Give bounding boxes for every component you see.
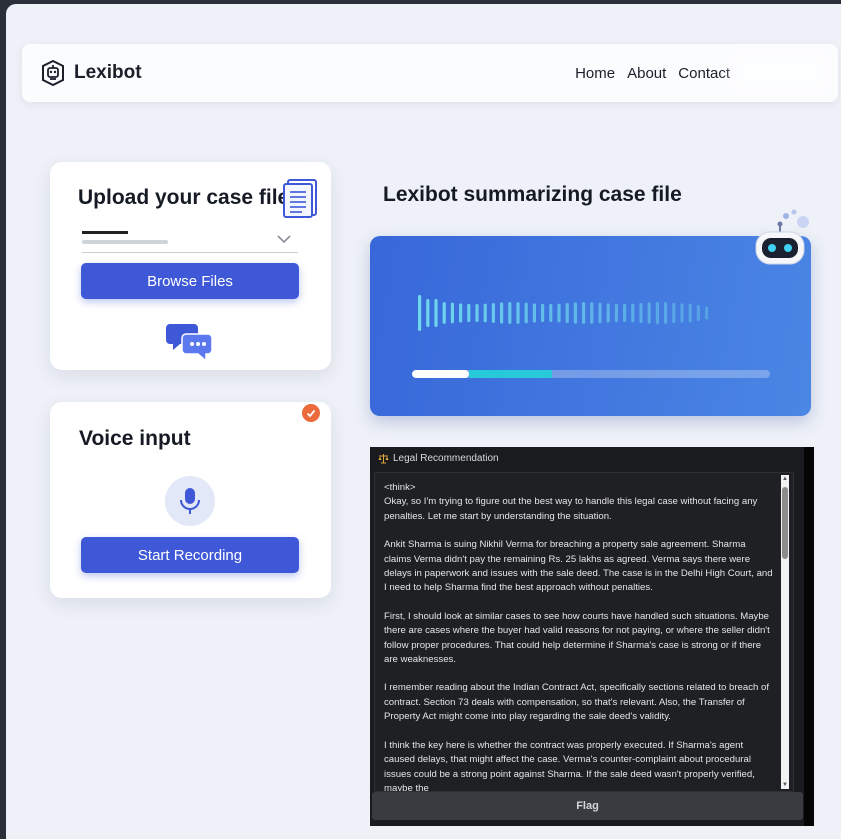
- scrollbar[interactable]: ▲ ▼: [781, 475, 789, 789]
- progress-fill: [412, 370, 470, 378]
- waveform-bar: [467, 303, 471, 323]
- waveform-bar: [631, 303, 635, 323]
- chevron-down-icon[interactable]: [277, 234, 291, 244]
- waveform-bar: [623, 303, 627, 323]
- legal-header: Legal Recommendation: [378, 453, 499, 464]
- waveform-bar: [426, 299, 430, 327]
- scroll-down-arrow-icon[interactable]: ▼: [781, 781, 789, 789]
- nav-links: Home About Contact: [575, 65, 730, 82]
- blurred-region: [730, 50, 830, 94]
- voice-card: Voice input Start Recording: [50, 402, 331, 598]
- brand-name: Lexibot: [74, 62, 142, 83]
- waveform-bar: [418, 295, 422, 331]
- waveform-bar: [475, 303, 479, 323]
- paragraph: First, I should look at similar cases to…: [384, 610, 770, 666]
- upload-title: Upload your case file: [78, 186, 290, 209]
- waveform-bar: [524, 302, 528, 324]
- waveform-bar: [541, 303, 545, 323]
- waveform-bar: [483, 303, 487, 323]
- start-recording-button[interactable]: Start Recording: [81, 537, 299, 573]
- recommendation-textarea[interactable]: <think> Okay, so I'm trying to figure ou…: [374, 472, 794, 792]
- progress-fill-secondary: [469, 370, 552, 378]
- waveform-bar: [434, 299, 438, 327]
- document-icon: [283, 179, 317, 218]
- paragraph: Ankit Sharma is suing Nikhil Verma for b…: [384, 539, 773, 594]
- paragraph: I think the key here is whether the cont…: [384, 739, 755, 792]
- waveform-bar: [508, 302, 512, 324]
- nav-contact[interactable]: Contact: [678, 65, 730, 82]
- microphone-icon[interactable]: [165, 476, 215, 526]
- legal-header-label: Legal Recommendation: [393, 453, 499, 464]
- upload-card: Upload your case file Browse Files: [50, 162, 331, 370]
- summary-progress-bar: [412, 370, 770, 378]
- flag-button[interactable]: Flag: [372, 792, 803, 820]
- paragraph: I remember reading about the Indian Cont…: [384, 682, 770, 723]
- nav-home[interactable]: Home: [575, 65, 615, 82]
- waveform-bar: [565, 302, 569, 324]
- select-hint-placeholder: [82, 240, 168, 244]
- file-select-dropdown[interactable]: [82, 252, 298, 253]
- robot-head-icon: [42, 59, 64, 87]
- waveform-bar: [500, 302, 504, 324]
- legal-recommendation-panel: Legal Recommendation <think> Okay, so I'…: [370, 447, 814, 826]
- waveform-bar: [614, 303, 618, 323]
- chat-bubbles-icon: [166, 324, 213, 363]
- waveform-bar: [442, 302, 446, 324]
- waveform-bar: [705, 306, 709, 320]
- check-badge-icon: [302, 404, 320, 422]
- waveform-bar: [459, 303, 463, 323]
- waveform-bar: [655, 302, 659, 324]
- waveform-bar: [664, 302, 668, 324]
- waveform-bar: [590, 302, 594, 324]
- waveform-bar: [672, 302, 676, 324]
- audio-waveform: [418, 295, 709, 331]
- select-value-placeholder: [82, 231, 128, 234]
- robot-mascot-icon: [755, 209, 809, 265]
- nav-about[interactable]: About: [627, 65, 666, 82]
- waveform-bar: [532, 303, 536, 323]
- summary-panel: [370, 236, 811, 416]
- waveform-bar: [696, 305, 700, 321]
- waveform-bar: [688, 303, 692, 323]
- navbar: Lexibot Home About Contact: [22, 44, 838, 102]
- waveform-bar: [491, 302, 495, 324]
- scroll-thumb[interactable]: [782, 487, 788, 559]
- waveform-bar: [573, 302, 577, 324]
- waveform-bar: [598, 302, 602, 324]
- waveform-bar: [557, 303, 561, 323]
- recommendation-text: <think> Okay, so I'm trying to figure ou…: [384, 481, 774, 792]
- waveform-bar: [680, 303, 684, 323]
- waveform-bar: [647, 302, 651, 324]
- scale-icon: [378, 454, 389, 464]
- scroll-up-arrow-icon[interactable]: ▲: [781, 475, 789, 483]
- waveform-bar: [516, 302, 520, 324]
- waveform-bar: [606, 303, 610, 323]
- brand[interactable]: Lexibot: [38, 58, 142, 88]
- waveform-bar: [549, 303, 553, 323]
- summary-title: Lexibot summarizing case file: [383, 183, 682, 206]
- browse-files-button[interactable]: Browse Files: [81, 263, 299, 299]
- waveform-bar: [639, 302, 643, 324]
- think-tag: <think>: [384, 482, 416, 493]
- paragraph: Okay, so I'm trying to figure out the be…: [384, 496, 758, 522]
- voice-title: Voice input: [79, 427, 191, 450]
- waveform-bar: [582, 302, 586, 324]
- waveform-bar: [450, 302, 454, 324]
